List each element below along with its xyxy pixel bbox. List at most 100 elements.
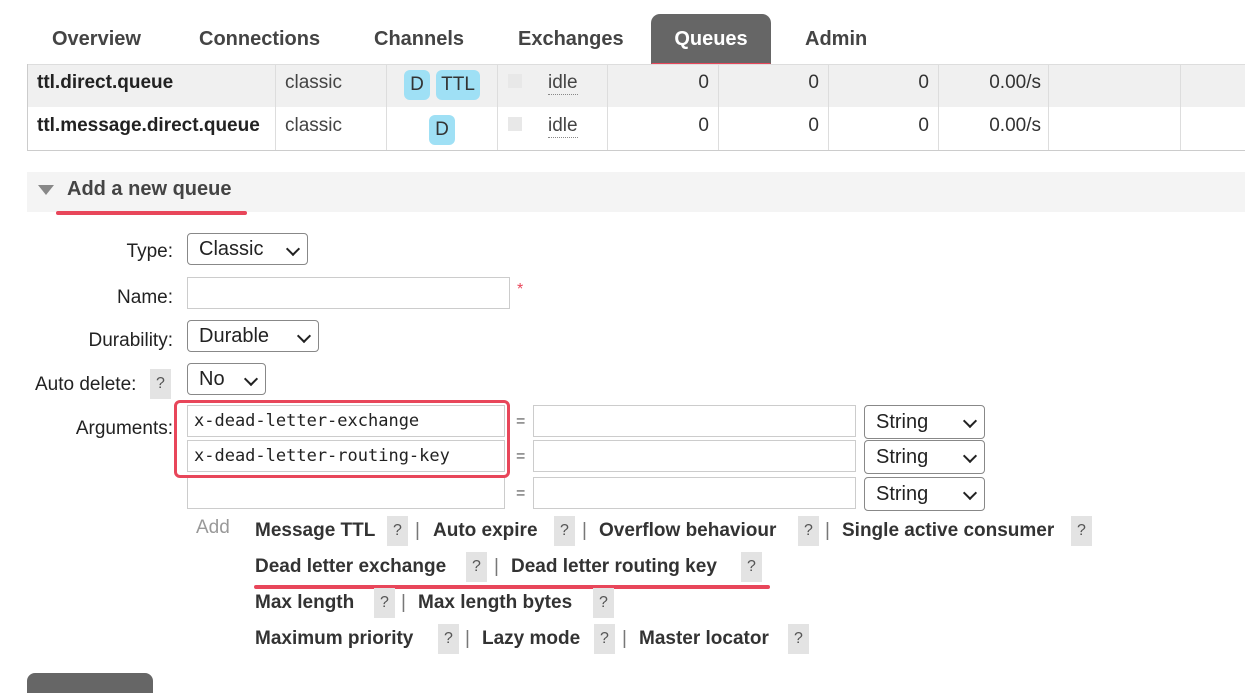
- table-border: [27, 64, 28, 151]
- argument-type-select[interactable]: String: [864, 405, 985, 439]
- argument-value-input[interactable]: [533, 405, 856, 437]
- shortcut-dead-letter-exchange[interactable]: Dead letter exchange: [255, 556, 446, 578]
- table-border: [27, 150, 1245, 151]
- argument-value-input[interactable]: [533, 440, 856, 472]
- argument-type-value: String: [876, 411, 929, 433]
- auto-delete-select-value: No: [199, 368, 225, 390]
- table-row[interactable]: ttl.message.direct.queue classic D idle …: [27, 107, 1245, 150]
- help-icon[interactable]: ?: [1071, 516, 1092, 546]
- separator: |: [415, 520, 420, 541]
- add-label: Add: [196, 517, 230, 538]
- column-divider: [386, 64, 387, 150]
- shortcut-auto-expire[interactable]: Auto expire: [433, 520, 538, 542]
- table-row[interactable]: ttl.direct.queue classic D TTL idle 0 0 …: [27, 64, 1245, 107]
- tab-connections[interactable]: Connections: [199, 14, 320, 66]
- tab-admin[interactable]: Admin: [805, 14, 867, 66]
- chevron-down-icon: [962, 448, 978, 464]
- section-title[interactable]: Add a new queue: [67, 178, 231, 201]
- help-icon[interactable]: ?: [374, 588, 395, 618]
- shortcut-master-locator[interactable]: Master locator: [639, 628, 769, 650]
- shortcut-max-length-bytes[interactable]: Max length bytes: [418, 592, 572, 614]
- queue-name-link[interactable]: ttl.message.direct.queue: [37, 107, 260, 150]
- type-label: Type:: [126, 241, 173, 262]
- equals-sign: =: [516, 485, 526, 502]
- arguments-label: Arguments:: [75, 418, 173, 439]
- add-queue-button[interactable]: [27, 673, 153, 693]
- column-divider: [828, 64, 829, 150]
- chevron-down-icon: [962, 485, 978, 501]
- column-divider: [607, 64, 608, 150]
- messages-unacked: 0: [808, 72, 819, 93]
- type-select-value: Classic: [199, 238, 264, 260]
- durability-select-value: Durable: [199, 325, 270, 347]
- queue-type: classic: [285, 115, 343, 136]
- help-icon[interactable]: ?: [554, 516, 575, 546]
- column-divider: [938, 64, 939, 150]
- column-divider: [718, 64, 719, 150]
- separator: |: [825, 520, 830, 541]
- separator: |: [401, 592, 406, 613]
- collapse-triangle-icon[interactable]: [38, 185, 54, 195]
- consumer-checkbox: [508, 74, 522, 88]
- column-divider: [1180, 64, 1181, 150]
- argument-type-select[interactable]: String: [864, 440, 985, 474]
- queue-name-link[interactable]: ttl.direct.queue: [37, 64, 173, 107]
- argument-type-select[interactable]: String: [864, 477, 985, 511]
- help-icon[interactable]: ?: [788, 624, 809, 654]
- tab-exchanges[interactable]: Exchanges: [518, 14, 624, 66]
- argument-key-input[interactable]: [187, 477, 505, 509]
- messages-ready: 0: [698, 115, 709, 136]
- help-icon[interactable]: ?: [741, 552, 762, 582]
- auto-delete-select[interactable]: No: [187, 363, 266, 395]
- tab-queues[interactable]: Queues: [651, 14, 771, 66]
- separator: |: [494, 556, 499, 577]
- separator: |: [465, 628, 470, 649]
- durability-select[interactable]: Durable: [187, 320, 319, 352]
- help-icon[interactable]: ?: [150, 369, 171, 399]
- help-icon[interactable]: ?: [798, 516, 819, 546]
- shortcut-maximum-priority[interactable]: Maximum priority: [255, 628, 413, 650]
- column-divider: [275, 64, 276, 150]
- messages-total: 0: [918, 115, 929, 136]
- tab-channels[interactable]: Channels: [374, 14, 464, 66]
- queue-name-input[interactable]: [187, 277, 510, 309]
- help-icon[interactable]: ?: [387, 516, 408, 546]
- type-select[interactable]: Classic: [187, 233, 308, 265]
- messages-unacked: 0: [808, 115, 819, 136]
- shortcut-dead-letter-routing-key[interactable]: Dead letter routing key: [511, 556, 717, 578]
- feature-badge-durable: D: [429, 115, 455, 145]
- messages-ready: 0: [698, 72, 709, 93]
- chevron-down-icon: [243, 371, 259, 387]
- help-icon[interactable]: ?: [438, 624, 459, 654]
- durability-label: Durability:: [88, 330, 173, 351]
- help-icon[interactable]: ?: [594, 624, 615, 654]
- table-border: [27, 64, 1245, 65]
- column-divider: [1048, 64, 1049, 150]
- highlight-box: [174, 400, 510, 478]
- highlight-underline: [254, 585, 770, 589]
- help-icon[interactable]: ?: [466, 552, 487, 582]
- tab-overview[interactable]: Overview: [52, 14, 141, 66]
- feature-badge-durable: D: [404, 70, 430, 100]
- shortcut-overflow-behaviour[interactable]: Overflow behaviour: [599, 520, 776, 542]
- help-icon[interactable]: ?: [593, 588, 614, 618]
- nav-tabs: Overview Connections Channels Exchanges …: [0, 0, 1245, 67]
- queue-state: idle: [548, 64, 578, 95]
- chevron-down-icon: [962, 413, 978, 429]
- incoming-rate: 0.00/s: [989, 115, 1041, 136]
- chevron-down-icon: [285, 241, 301, 257]
- equals-sign: =: [516, 413, 526, 430]
- shortcut-max-length[interactable]: Max length: [255, 592, 354, 614]
- highlight-underline: [56, 211, 247, 215]
- queues-table: ttl.direct.queue classic D TTL idle 0 0 …: [27, 64, 1245, 152]
- argument-type-value: String: [876, 483, 929, 505]
- shortcut-single-active-consumer[interactable]: Single active consumer: [842, 520, 1054, 542]
- argument-value-input[interactable]: [533, 477, 856, 509]
- argument-type-value: String: [876, 446, 929, 468]
- auto-delete-label: Auto delete:: [35, 374, 137, 395]
- shortcut-lazy-mode[interactable]: Lazy mode: [482, 628, 580, 650]
- feature-badge-ttl: TTL: [436, 70, 480, 100]
- incoming-rate: 0.00/s: [989, 72, 1041, 93]
- column-divider: [497, 64, 498, 150]
- shortcut-message-ttl[interactable]: Message TTL: [255, 520, 375, 542]
